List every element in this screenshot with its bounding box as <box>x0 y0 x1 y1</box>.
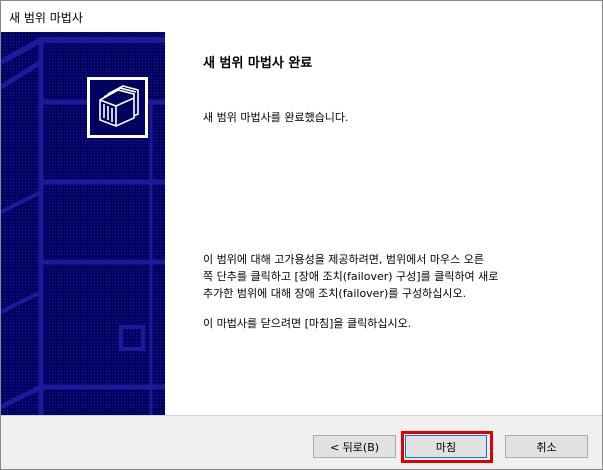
failover-info-line: 쪽 단추를 클릭하고 [장애 조치(failover) 구성]를 클릭하여 새로 <box>203 270 499 283</box>
wizard-banner <box>1 32 165 415</box>
back-button[interactable]: < 뒤로(B) <box>313 435 396 458</box>
failover-info: 이 범위에 대해 고가용성을 제공하려면, 범위에서 마우스 오른 쪽 단추를 … <box>203 251 593 302</box>
divider <box>1 415 602 416</box>
page-title: 새 범위 마법사 완료 <box>203 56 313 71</box>
window-title: 새 범위 마법사 <box>9 11 83 25</box>
cancel-button[interactable]: 취소 <box>505 435 588 458</box>
completion-message: 새 범위 마법사를 완료했습니다. <box>203 111 349 124</box>
finish-button-highlight <box>401 431 493 463</box>
failover-info-line: 이 범위에 대해 고가용성을 제공하려면, 범위에서 마우스 오른 <box>203 253 484 266</box>
folders-icon <box>87 77 148 138</box>
wizard-window: 새 범위 마법사 새 범위 마법사 완료 새 범위 마법사를 완료했습니다. 이… <box>0 0 603 470</box>
close-instructions: 이 마법사를 닫으려면 [마침]을 클릭하십시오. <box>203 317 412 330</box>
wizard-content: 새 범위 마법사 완료 새 범위 마법사를 완료했습니다. 이 범위에 대해 고… <box>165 32 602 415</box>
title-bar[interactable]: 새 범위 마법사 <box>1 1 602 32</box>
failover-info-line: 추가한 범위에 대해 장애 조치(failover)를 구성하십시오. <box>203 287 467 300</box>
